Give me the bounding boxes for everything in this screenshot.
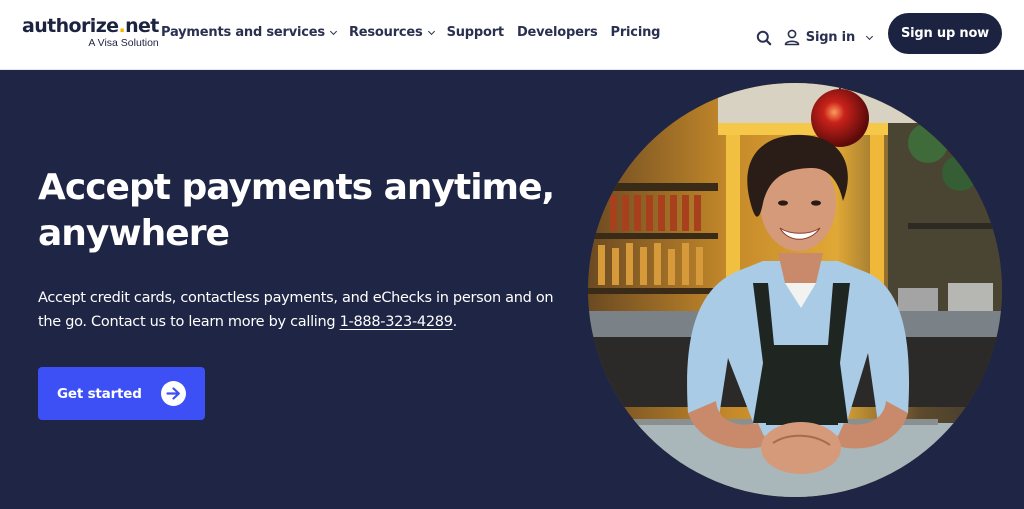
hero-description-text: Accept credit cards, contactless payment… [38, 290, 554, 330]
hero-photo [588, 83, 1002, 497]
signin-button[interactable]: Sign in [784, 29, 874, 46]
nav-label: Resources [348, 25, 423, 40]
phone-link[interactable]: 1-888-323-4289 [340, 314, 453, 330]
header-tools: Sign in Sign up now [754, 13, 1002, 54]
hero-title: Accept payments anytime, anywhere [38, 167, 555, 254]
search-button[interactable] [754, 28, 774, 48]
site-header: authorize.net A Visa Solution Payments a… [0, 0, 1024, 70]
signin-label: Sign in [805, 30, 855, 45]
user-icon [784, 29, 800, 46]
logo-wordmark: authorize.net [22, 16, 159, 36]
get-started-button[interactable]: Get started [38, 367, 205, 420]
chevron-down-icon [329, 27, 337, 35]
bartender-illustration [588, 83, 1002, 497]
brand-logo[interactable]: authorize.net A Visa Solution [22, 16, 159, 49]
chevron-down-icon [865, 32, 874, 40]
nav-pricing[interactable]: Pricing [611, 25, 661, 40]
nav-label: Pricing [610, 25, 661, 40]
chevron-down-icon [427, 27, 435, 35]
nav-label: Support [446, 25, 505, 40]
arrow-right-circle-icon [161, 381, 186, 406]
logo-name-suffix: net [125, 15, 159, 37]
hero-section: Accept payments anytime, anywhere Accept… [0, 71, 1024, 509]
search-icon [756, 30, 772, 45]
signup-button[interactable]: Sign up now [888, 13, 1002, 54]
nav-developers[interactable]: Developers [517, 25, 598, 40]
hero-description-end: . [452, 314, 458, 330]
nav-support[interactable]: Support [446, 25, 505, 40]
nav-resources[interactable]: Resources [348, 25, 435, 40]
logo-tagline: A Visa Solution [88, 37, 159, 49]
nav-label: Developers [516, 25, 598, 40]
main-nav: Payments and services Resources Support … [161, 25, 673, 40]
logo-name-prefix: authorize [22, 15, 119, 37]
hero-description: Accept credit cards, contactless payment… [38, 286, 568, 334]
nav-label: Payments and services [161, 25, 325, 40]
get-started-label: Get started [57, 385, 142, 402]
nav-payments-and-services[interactable]: Payments and services [161, 25, 337, 40]
